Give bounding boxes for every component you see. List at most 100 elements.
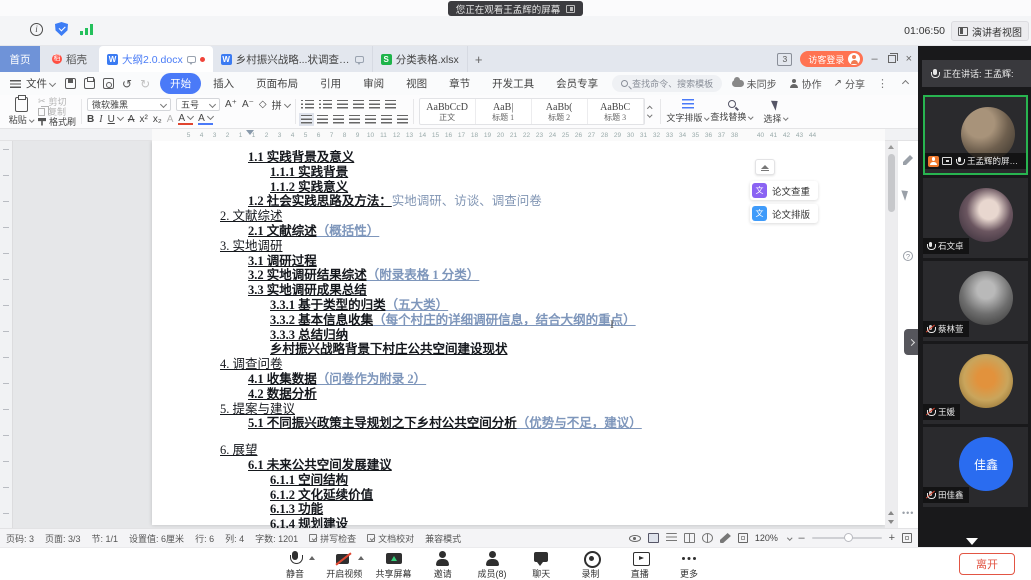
more-menu-icon[interactable]: ⋮ xyxy=(877,77,888,90)
outline-line[interactable]: 6.1.4 规划建设 xyxy=(270,517,885,528)
ribbon-tab[interactable]: 视图 xyxy=(396,73,437,94)
style-scroll-up-icon[interactable] xyxy=(647,106,652,111)
italic-button[interactable]: I xyxy=(99,114,102,125)
outline-line[interactable]: 5.1 不同振兴政策主导规划之下乡村公共空间分析（优势与不足，建议） xyxy=(248,416,885,431)
strikethrough-button[interactable]: A xyxy=(128,114,135,125)
sort-button[interactable] xyxy=(369,100,380,109)
comment-icon[interactable] xyxy=(355,56,364,63)
zoom-dropdown-icon[interactable] xyxy=(787,536,792,541)
subscript-button[interactable]: x₂ xyxy=(153,114,162,125)
paper-tool-button[interactable]: 文 论文排版 xyxy=(750,204,818,223)
file-menu[interactable]: 文件 xyxy=(26,76,47,91)
outline-line[interactable]: 4. 调查问卷 xyxy=(220,357,885,372)
meeting-control-button[interactable]: 邀请 xyxy=(420,550,466,580)
vertical-scrollbar[interactable] xyxy=(885,141,897,528)
show-marks-button[interactable] xyxy=(385,100,396,109)
outline-line[interactable]: 6.1 未来公共空间发展建议 xyxy=(248,458,885,473)
outline-line[interactable]: 3.1 调研过程 xyxy=(248,254,885,269)
font-color-button[interactable]: A xyxy=(198,114,213,125)
outline-line[interactable]: 3. 实地调研 xyxy=(220,239,885,254)
network-signal-icon[interactable] xyxy=(80,24,94,35)
meeting-control-button[interactable]: 直播 xyxy=(617,550,663,580)
layout-switch-icon[interactable] xyxy=(566,5,575,13)
align-center-button[interactable] xyxy=(317,115,328,124)
shading-button[interactable] xyxy=(381,115,392,124)
expand-panel-tab[interactable] xyxy=(904,329,919,355)
outline-view-icon[interactable] xyxy=(666,533,677,543)
outline-line[interactable]: 3.3 实地调研成果总结 xyxy=(248,283,885,298)
scroll-participants-icon[interactable] xyxy=(966,538,978,545)
pinyin-button[interactable]: 拼 xyxy=(272,97,290,112)
sync-status[interactable]: 未同步 xyxy=(732,76,777,91)
zoom-level[interactable]: 120% xyxy=(755,533,778,543)
text-layout-button[interactable]: 文字排版 xyxy=(666,97,710,126)
print-preview-icon[interactable] xyxy=(103,78,114,89)
web-view-icon[interactable] xyxy=(702,533,713,543)
print-icon[interactable] xyxy=(84,78,95,89)
outline-line[interactable]: 6.1.1 空间结构 xyxy=(270,473,885,488)
outline-line[interactable]: 4.2 数据分析 xyxy=(248,387,885,402)
paper-tool-button[interactable]: 文 论文查重 xyxy=(750,181,818,200)
restore-button[interactable] xyxy=(888,55,896,63)
ribbon-tab[interactable]: 插入 xyxy=(203,73,244,94)
hamburger-icon[interactable] xyxy=(10,80,21,88)
pen-icon[interactable] xyxy=(903,155,913,165)
scrollbar-thumb[interactable] xyxy=(888,154,895,212)
ink-view-icon[interactable] xyxy=(720,533,731,543)
meeting-control-button[interactable]: 更多 xyxy=(666,550,712,580)
meeting-control-button[interactable]: 聊天 xyxy=(518,550,564,580)
share-button[interactable]: ↗分享 xyxy=(834,76,865,91)
redo-icon[interactable]: ↻ xyxy=(140,77,150,91)
bullet-list-button[interactable] xyxy=(301,100,314,109)
zoom-out-button[interactable]: – xyxy=(798,532,804,544)
minimize-button[interactable]: – xyxy=(871,53,877,65)
participant-tile[interactable]: 佳鑫 田佳鑫 xyxy=(923,427,1028,507)
ribbon-tab[interactable]: 审阅 xyxy=(353,73,394,94)
outline-line[interactable]: 4.1 收集数据（问卷作为附录 2） xyxy=(248,372,885,387)
underline-button[interactable]: U xyxy=(108,114,123,125)
font-size-select[interactable]: 五号 xyxy=(176,98,220,111)
eye-protect-icon[interactable] xyxy=(629,535,641,542)
meeting-control-button[interactable]: 共享屏幕 xyxy=(371,550,417,580)
meeting-info-icon[interactable]: i xyxy=(30,23,43,36)
vertical-ruler[interactable] xyxy=(0,141,13,528)
line-spacing-button[interactable] xyxy=(365,115,376,124)
undo-icon[interactable]: ↺ xyxy=(122,77,132,91)
horizontal-ruler[interactable]: 5432112345678910111213141516171819202122… xyxy=(0,129,918,141)
ribbon-tab[interactable]: 会员专享 xyxy=(546,73,608,94)
pointer-icon[interactable] xyxy=(901,188,910,200)
save-icon[interactable] xyxy=(65,78,76,89)
borders-button[interactable] xyxy=(397,115,408,124)
watching-banner[interactable]: 您正在观看王孟辉的屏幕 xyxy=(448,1,584,16)
indent-marker[interactable] xyxy=(246,130,254,135)
compat-mode[interactable]: 兼容模式 xyxy=(425,532,461,545)
outline-line[interactable]: 1.1.1 实践背景 xyxy=(270,165,885,180)
clear-format-button[interactable]: ◇ xyxy=(259,99,267,110)
page-view-icon[interactable] xyxy=(648,533,659,543)
decrease-indent-button[interactable] xyxy=(337,100,348,109)
speaker-view-button[interactable]: 演讲者视图 xyxy=(951,21,1029,41)
outline-line[interactable]: 3.3.3 总结归纳 xyxy=(270,328,885,343)
document-tab[interactable]: W 乡村振兴战略...状调查研究问 xyxy=(213,46,373,72)
text-effects-button[interactable]: A xyxy=(167,114,174,125)
more-tools-icon[interactable]: ••• xyxy=(902,508,914,518)
shrink-font-button[interactable]: A⁻ xyxy=(242,99,254,110)
tab-home[interactable]: 首页 xyxy=(0,46,40,72)
ribbon-tab[interactable]: 章节 xyxy=(439,73,480,94)
participant-tile[interactable]: 王孟辉的屏幕共享 xyxy=(923,95,1028,175)
paste-button[interactable]: 粘贴 xyxy=(4,97,38,126)
participant-tile[interactable]: 蔡林萱 xyxy=(923,261,1028,341)
numbered-list-button[interactable] xyxy=(319,100,332,109)
guest-login-button[interactable]: 访客登录 xyxy=(800,51,863,67)
document-tab[interactable]: W 大纲2.0.docx xyxy=(99,46,213,72)
outline-line[interactable]: 6.1.3 功能 xyxy=(270,502,885,517)
tab-docer[interactable]: 稻 稻壳 xyxy=(40,46,99,72)
ribbon-tab[interactable]: 页面布局 xyxy=(246,73,308,94)
highlight-color-button[interactable]: A xyxy=(178,114,193,125)
column-view-icon[interactable] xyxy=(684,533,695,543)
align-left-button[interactable] xyxy=(301,115,312,124)
format-painter-button[interactable]: 格式刷 xyxy=(38,117,76,126)
window-count-badge[interactable]: 3 xyxy=(777,53,792,66)
command-search-input[interactable]: 查找命令、搜索模板 xyxy=(612,75,722,92)
outline-line[interactable]: 6. 展望 xyxy=(220,443,885,458)
